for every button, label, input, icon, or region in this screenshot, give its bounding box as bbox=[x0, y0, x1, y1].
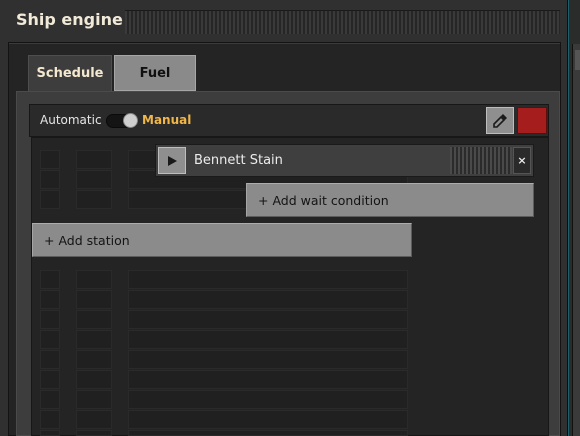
station-drag-handle[interactable] bbox=[450, 147, 512, 174]
color-swatch[interactable] bbox=[517, 107, 547, 134]
empty-slot bbox=[128, 430, 408, 436]
window-title: Ship engine bbox=[16, 10, 123, 29]
empty-slot bbox=[76, 410, 112, 429]
empty-slot bbox=[76, 190, 112, 209]
empty-slot bbox=[76, 170, 112, 189]
empty-slot bbox=[76, 390, 112, 409]
empty-slot bbox=[76, 370, 112, 389]
empty-slot bbox=[76, 290, 112, 309]
empty-slot bbox=[128, 330, 408, 349]
empty-slot bbox=[40, 150, 60, 169]
empty-slot bbox=[40, 270, 60, 289]
empty-slot bbox=[128, 370, 408, 389]
adjacent-panel-edge bbox=[572, 44, 580, 436]
title-drag-handle[interactable] bbox=[125, 10, 560, 34]
empty-slot bbox=[40, 190, 60, 209]
empty-slot bbox=[40, 290, 60, 309]
add-wait-condition-button[interactable]: + Add wait condition bbox=[246, 183, 534, 217]
empty-slot bbox=[40, 390, 60, 409]
empty-slot bbox=[40, 330, 60, 349]
empty-slot bbox=[76, 350, 112, 369]
empty-slot bbox=[40, 350, 60, 369]
empty-slot bbox=[76, 430, 112, 436]
go-to-station-button[interactable] bbox=[158, 147, 186, 174]
empty-slot bbox=[76, 270, 112, 289]
eyedropper-icon bbox=[493, 113, 507, 128]
empty-slot bbox=[40, 430, 60, 436]
color-picker-button[interactable] bbox=[486, 107, 514, 134]
empty-slot bbox=[40, 170, 60, 189]
tab-fuel[interactable]: Fuel bbox=[114, 55, 196, 91]
empty-slot bbox=[128, 290, 408, 309]
station-name: Bennett Stain bbox=[194, 153, 283, 168]
empty-slot bbox=[128, 310, 408, 329]
empty-slot bbox=[76, 310, 112, 329]
empty-slot bbox=[128, 350, 408, 369]
remove-station-button[interactable]: × bbox=[513, 147, 531, 174]
empty-slot bbox=[76, 330, 112, 349]
play-icon bbox=[168, 155, 177, 166]
empty-slot bbox=[40, 370, 60, 389]
manual-label[interactable]: Manual bbox=[142, 113, 191, 127]
tab-schedule[interactable]: Schedule bbox=[28, 55, 112, 91]
empty-slot bbox=[128, 410, 408, 429]
empty-slot bbox=[76, 150, 112, 169]
empty-slot bbox=[128, 390, 408, 409]
adjacent-panel-detail bbox=[575, 50, 580, 70]
empty-slot bbox=[128, 270, 408, 289]
empty-slot bbox=[40, 410, 60, 429]
automatic-label[interactable]: Automatic bbox=[40, 113, 102, 127]
add-station-button[interactable]: + Add station bbox=[32, 223, 412, 257]
toggle-knob[interactable] bbox=[123, 113, 138, 128]
empty-slot bbox=[40, 310, 60, 329]
